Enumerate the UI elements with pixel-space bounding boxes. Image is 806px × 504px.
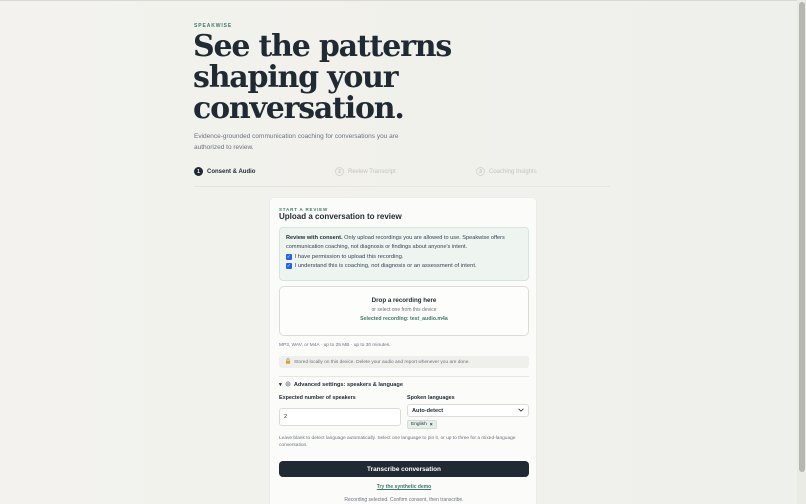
permission-checkbox[interactable]: ✓ — [286, 254, 292, 260]
storage-note-text: Stored locally on this device. Delete yo… — [294, 359, 470, 365]
step-label: Review Transcript — [348, 168, 396, 175]
language-help-text: Leave blank to detect language automatic… — [279, 436, 516, 448]
step-review-transcript: 2 Review Transcript — [335, 167, 396, 176]
speakers-input[interactable] — [279, 408, 401, 426]
languages-select[interactable]: Auto-detect — [407, 404, 529, 417]
languages-select-value: Auto-detect — [412, 407, 444, 414]
advanced-settings-toggle[interactable]: ▾ Advanced settings: speakers & language — [279, 381, 403, 389]
lock-icon — [285, 358, 291, 366]
languages-label: Spoken languages — [407, 395, 455, 401]
selected-recording: Selected recording: test_audio.m4a — [360, 316, 448, 322]
section-divider — [279, 376, 529, 377]
progress-stepper: 1 Consent & Audio 2 Review Transcript 3 … — [194, 167, 610, 187]
dropzone-title: Drop a recording here — [371, 297, 437, 304]
step-consent-audio[interactable]: 1 Consent & Audio — [194, 167, 255, 176]
permission-checkbox-row[interactable]: ✓ I have permission to upload this recor… — [286, 254, 522, 260]
hero-line-3: conversation. — [193, 91, 405, 126]
permission-checkbox-label[interactable]: I have permission to upload this recordi… — [295, 254, 404, 260]
hero-heading: See the patterns shaping your conversati… — [193, 31, 523, 124]
consent-heading: Review with consent. — [286, 235, 343, 241]
coaching-checkbox[interactable]: ✓ — [286, 263, 292, 269]
recording-dropzone[interactable]: Drop a recording here or select one from… — [279, 286, 529, 336]
hero-line-1: See the patterns — [193, 29, 452, 64]
step-label: Coaching Insights — [489, 168, 537, 175]
language-chip-english[interactable]: English × — [407, 420, 437, 429]
gear-icon — [285, 381, 291, 389]
coaching-checkbox-row[interactable]: ✓ I understand this is coaching, not dia… — [286, 263, 522, 269]
step-number: 3 — [476, 167, 485, 176]
triangle-down-icon: ▾ — [279, 382, 282, 388]
hero-line-2: shaping your — [193, 60, 399, 95]
upload-card: START A REVIEW Upload a conversation to … — [269, 197, 537, 504]
storage-note: Stored locally on this device. Delete yo… — [279, 356, 529, 368]
file-requirements: MP3, WAV, or M4A · up to 25 MB · up to 3… — [279, 343, 391, 348]
language-chip-label: English — [411, 422, 427, 427]
remove-chip-icon[interactable]: × — [430, 422, 433, 428]
scrollbar-thumb[interactable] — [799, 2, 805, 472]
consent-text: Review with consent. Only upload recordi… — [286, 234, 522, 251]
speakers-label: Expected number of speakers — [279, 395, 356, 401]
status-message: Recording selected. Confirm consent, the… — [344, 497, 464, 503]
top-border — [0, 0, 806, 1]
step-number: 2 — [335, 167, 344, 176]
hero-subtitle: Evidence-grounded communication coaching… — [194, 133, 399, 151]
card-title: Upload a conversation to review — [279, 212, 402, 221]
coaching-checkbox-label[interactable]: I understand this is coaching, not diagn… — [295, 263, 477, 269]
scrollbar-track[interactable] — [797, 0, 806, 504]
step-number: 1 — [194, 167, 203, 176]
dropzone-subtitle: or select one from this device — [371, 307, 437, 313]
advanced-settings-label[interactable]: Advanced settings: speakers & language — [294, 382, 403, 388]
chevron-down-icon — [518, 408, 524, 414]
transcribe-button[interactable]: Transcribe conversation — [279, 461, 529, 477]
consent-panel: Review with consent. Only upload recordi… — [279, 227, 529, 281]
step-coaching-insights: 3 Coaching Insights — [476, 167, 537, 176]
step-label: Consent & Audio — [207, 168, 256, 175]
synthetic-demo-link[interactable]: Try the synthetic demo — [270, 484, 538, 490]
